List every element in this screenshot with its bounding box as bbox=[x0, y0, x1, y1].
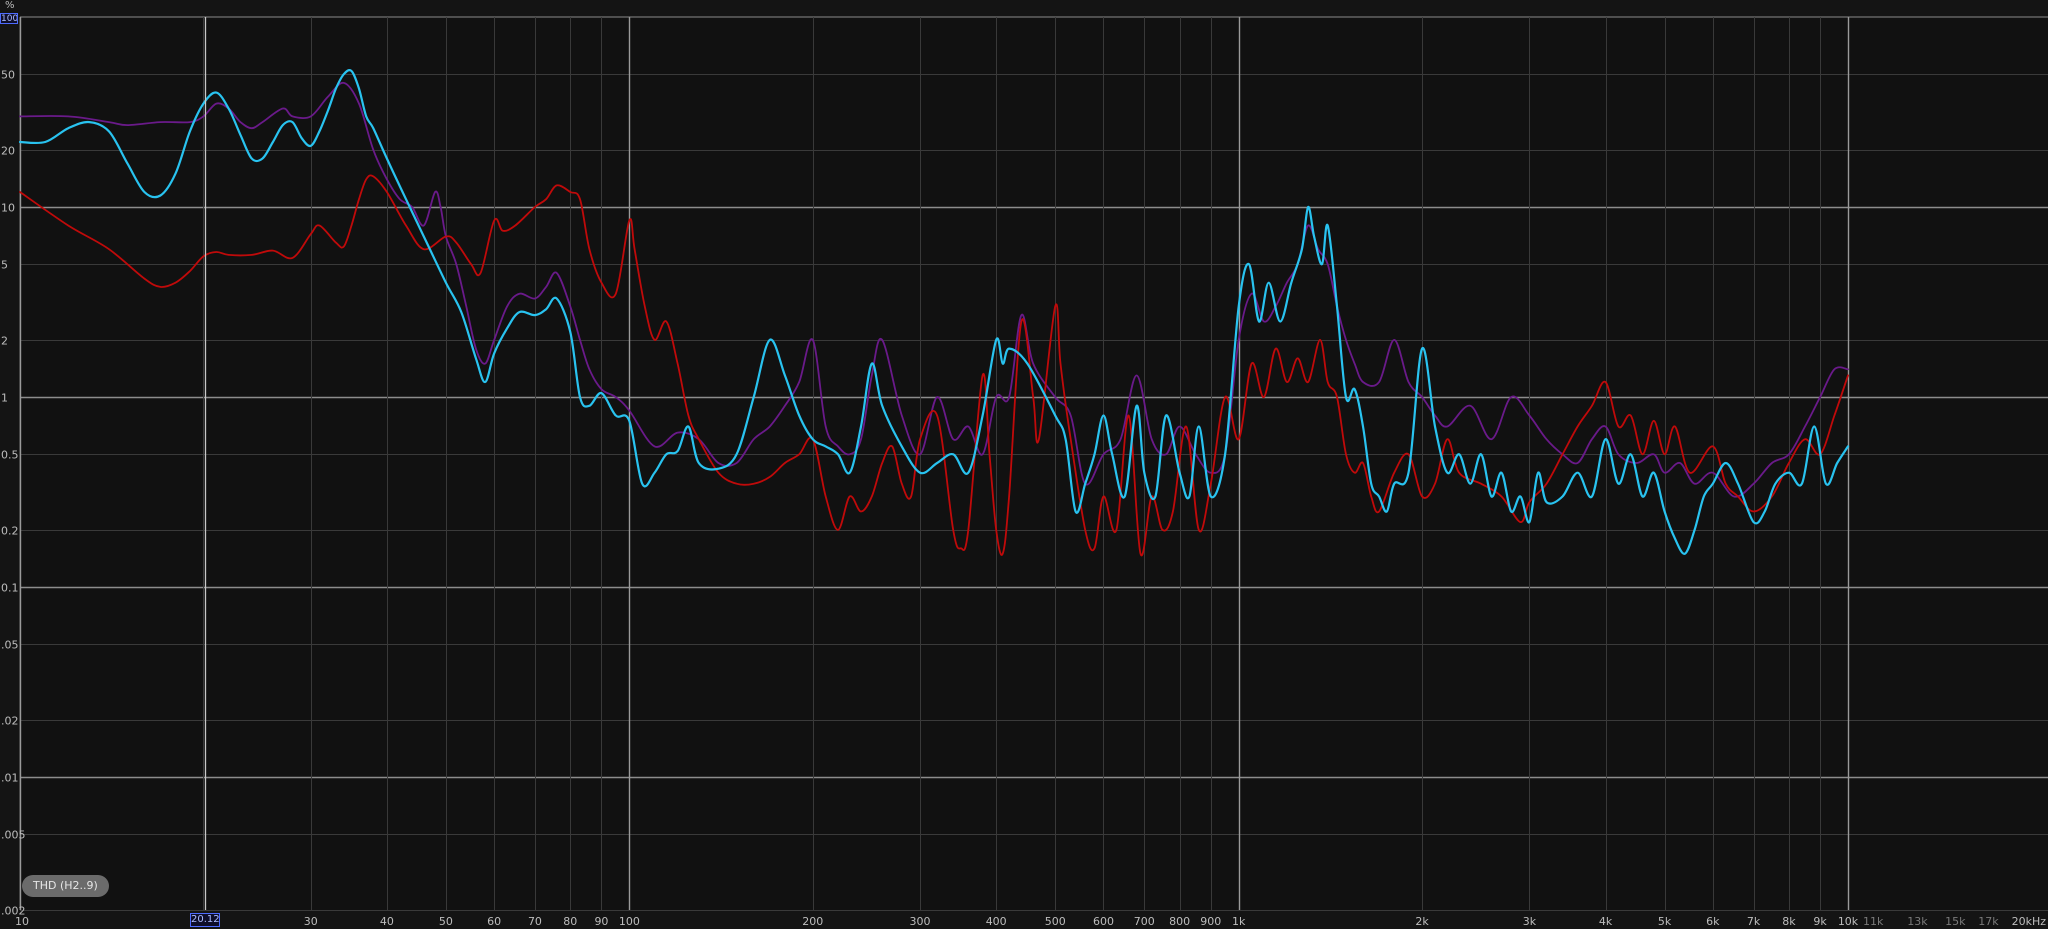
x-tick-label: 17k bbox=[1978, 915, 1999, 928]
x-tick-label: 900 bbox=[1200, 915, 1221, 928]
x-tick-label: 70 bbox=[528, 915, 542, 928]
x-tick-label: 5k bbox=[1658, 915, 1672, 928]
x-tick-label: 11k bbox=[1863, 915, 1884, 928]
x-tick-label: 60 bbox=[487, 915, 501, 928]
x-tick-label: 700 bbox=[1134, 915, 1155, 928]
y-tick-label: .02 bbox=[1, 715, 19, 728]
x-tick-label: 7k bbox=[1747, 915, 1761, 928]
x-tick-label: 800 bbox=[1169, 915, 1190, 928]
x-tick-label: 90 bbox=[594, 915, 608, 928]
x-tick-label: 50 bbox=[439, 915, 453, 928]
y-tick-label: 0.2 bbox=[1, 525, 19, 538]
chart-canvas: 5020105210.50.20.1.05.02.01.005.002 10 30… bbox=[0, 0, 2048, 929]
x-tick-label: 2k bbox=[1415, 915, 1429, 928]
x-tick-label: 200 bbox=[802, 915, 823, 928]
y-tick-label: .05 bbox=[1, 639, 19, 652]
x-tick-label: 600 bbox=[1093, 915, 1114, 928]
x-tick-label: 400 bbox=[986, 915, 1007, 928]
y-tick-label: 50 bbox=[1, 69, 15, 82]
legend-thd-button[interactable]: THD (H2..9) bbox=[22, 875, 109, 897]
y-axis-max-readout[interactable]: 100.0 bbox=[0, 13, 18, 24]
y-tick-label: .005 bbox=[1, 829, 26, 842]
x-tick-label: 80 bbox=[563, 915, 577, 928]
x-tick-label: 10k bbox=[1838, 915, 1859, 928]
x-tick-label: 30 bbox=[304, 915, 318, 928]
y-tick-label: 0.5 bbox=[1, 449, 19, 462]
thd-chart: 50 20 10 5 2 1 0.5 0.2 0.1.05.02.01.005.002 10 30… bbox=[0, 0, 2048, 929]
x-tick-label: 10 bbox=[15, 915, 29, 928]
y-tick-label: .01 bbox=[1, 772, 19, 785]
y-axis-unit-label: % bbox=[5, 0, 15, 11]
x-tick-label: 300 bbox=[910, 915, 931, 928]
x-tick-label: 500 bbox=[1045, 915, 1066, 928]
x-tick-label: 1k bbox=[1232, 915, 1246, 928]
x-tick-label: 15k bbox=[1945, 915, 1966, 928]
x-tick-label: 6k bbox=[1706, 915, 1720, 928]
x-tick-label: 3k bbox=[1523, 915, 1537, 928]
x-tick-label: 100 bbox=[619, 915, 640, 928]
x-tick-label: 40 bbox=[380, 915, 394, 928]
y-tick-label: 2 bbox=[1, 335, 8, 348]
y-tick-label: 5 bbox=[1, 259, 8, 272]
cursor-frequency-readout[interactable]: 20.12 bbox=[190, 913, 220, 927]
x-tick-label: 20kHz bbox=[2012, 915, 2047, 928]
x-tick-label: 4k bbox=[1599, 915, 1613, 928]
x-tick-label: 9k bbox=[1813, 915, 1827, 928]
y-tick-label: 1 bbox=[1, 392, 8, 405]
y-tick-label: 0.1 bbox=[1, 582, 19, 595]
y-tick-label: 10 bbox=[1, 202, 15, 215]
x-tick-label: 8k bbox=[1782, 915, 1796, 928]
y-tick-label: 20 bbox=[1, 145, 15, 158]
x-tick-label: 13k bbox=[1907, 915, 1928, 928]
